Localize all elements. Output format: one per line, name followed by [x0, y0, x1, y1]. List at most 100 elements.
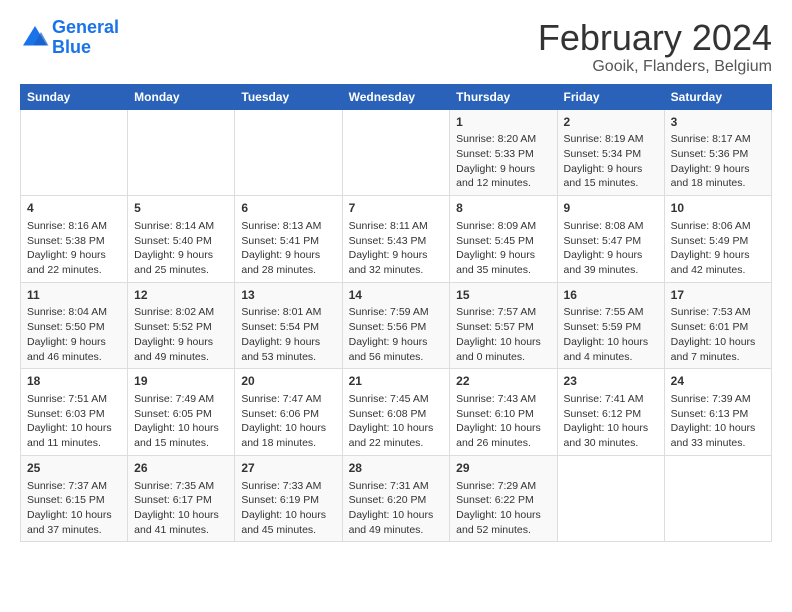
main-title: February 2024 [538, 18, 772, 58]
sunrise-text: Sunrise: 7:45 AM [349, 393, 429, 405]
day-number: 24 [671, 373, 765, 390]
sunrise-text: Sunrise: 8:08 AM [564, 220, 644, 232]
sunrise-text: Sunrise: 7:39 AM [671, 393, 751, 405]
daylight-text: Daylight: 10 hours and 0 minutes. [456, 336, 541, 363]
sunrise-text: Sunrise: 7:51 AM [27, 393, 107, 405]
sunset-text: Sunset: 6:22 PM [456, 494, 534, 506]
sunrise-text: Sunrise: 8:06 AM [671, 220, 751, 232]
calendar-cell: 9Sunrise: 8:08 AMSunset: 5:47 PMDaylight… [557, 196, 664, 283]
day-number: 29 [456, 460, 550, 477]
logo-line2: Blue [52, 37, 91, 57]
sunrise-text: Sunrise: 8:20 AM [456, 133, 536, 145]
sunset-text: Sunset: 5:45 PM [456, 235, 534, 247]
sunset-text: Sunset: 5:43 PM [349, 235, 427, 247]
sunset-text: Sunset: 5:40 PM [134, 235, 212, 247]
sunrise-text: Sunrise: 7:57 AM [456, 306, 536, 318]
daylight-text: Daylight: 9 hours and 12 minutes. [456, 163, 535, 190]
day-number: 21 [349, 373, 444, 390]
daylight-text: Daylight: 9 hours and 35 minutes. [456, 249, 535, 276]
subtitle: Gooik, Flanders, Belgium [538, 58, 772, 76]
sunset-text: Sunset: 6:20 PM [349, 494, 427, 506]
calendar-cell: 3Sunrise: 8:17 AMSunset: 5:36 PMDaylight… [664, 109, 771, 196]
daylight-text: Daylight: 10 hours and 26 minutes. [456, 422, 541, 449]
calendar-cell [235, 109, 342, 196]
calendar-cell [342, 109, 450, 196]
day-number: 12 [134, 287, 228, 304]
col-friday: Friday [557, 84, 664, 109]
sunset-text: Sunset: 6:10 PM [456, 408, 534, 420]
calendar-cell: 12Sunrise: 8:02 AMSunset: 5:52 PMDayligh… [128, 282, 235, 369]
logo-text: General Blue [52, 18, 119, 58]
daylight-text: Daylight: 9 hours and 32 minutes. [349, 249, 428, 276]
sunrise-text: Sunrise: 7:47 AM [241, 393, 321, 405]
day-number: 7 [349, 200, 444, 217]
sunrise-text: Sunrise: 7:37 AM [27, 480, 107, 492]
daylight-text: Daylight: 9 hours and 28 minutes. [241, 249, 320, 276]
sunrise-text: Sunrise: 8:04 AM [27, 306, 107, 318]
daylight-text: Daylight: 9 hours and 25 minutes. [134, 249, 213, 276]
daylight-text: Daylight: 9 hours and 22 minutes. [27, 249, 106, 276]
calendar-cell: 8 Sunrise: 8:09 AM Sunset: 5:45 PM Daylight… [450, 196, 557, 283]
calendar-cell: 23Sunrise: 7:41 AMSunset: 6:12 PMDayligh… [557, 369, 664, 456]
sunset-text: Sunset: 6:17 PM [134, 494, 212, 506]
sunset-text: Sunset: 5:49 PM [671, 235, 749, 247]
sunset-text: Sunset: 5:56 PM [349, 321, 427, 333]
day-number: 4 [27, 200, 121, 217]
calendar-cell: 4 Sunrise: 8:16 AM Sunset: 5:38 PM Daylight… [21, 196, 128, 283]
calendar-cell: 5Sunrise: 8:14 AMSunset: 5:40 PMDaylight… [128, 196, 235, 283]
daylight-text: Daylight: 10 hours and 41 minutes. [134, 509, 219, 536]
calendar-cell [128, 109, 235, 196]
sunset-text: Sunset: 5:59 PM [564, 321, 642, 333]
day-number: 27 [241, 460, 335, 477]
calendar-cell: 7Sunrise: 8:11 AMSunset: 5:43 PMDaylight… [342, 196, 450, 283]
calendar-cell: 25Sunrise: 7:37 AMSunset: 6:15 PMDayligh… [21, 455, 128, 542]
header-row: Sunday Monday Tuesday Wednesday Thursday… [21, 84, 772, 109]
day-number: 18 [27, 373, 121, 390]
sunrise-text: Sunrise: 8:16 AM [27, 220, 107, 232]
sunset-text: Sunset: 6:19 PM [241, 494, 319, 506]
daylight-text: Daylight: 10 hours and 4 minutes. [564, 336, 649, 363]
daylight-text: Daylight: 9 hours and 18 minutes. [671, 163, 750, 190]
sunrise-text: Sunrise: 8:13 AM [241, 220, 321, 232]
sunrise-text: Sunrise: 7:49 AM [134, 393, 214, 405]
calendar-cell: 13Sunrise: 8:01 AMSunset: 5:54 PMDayligh… [235, 282, 342, 369]
day-number: 8 [456, 200, 550, 217]
sunset-text: Sunset: 5:57 PM [456, 321, 534, 333]
col-thursday: Thursday [450, 84, 557, 109]
sunset-text: Sunset: 6:06 PM [241, 408, 319, 420]
sunset-text: Sunset: 5:52 PM [134, 321, 212, 333]
sunset-text: Sunset: 5:38 PM [27, 235, 105, 247]
week-row-5: 25Sunrise: 7:37 AMSunset: 6:15 PMDayligh… [21, 455, 772, 542]
sunset-text: Sunset: 6:08 PM [349, 408, 427, 420]
daylight-text: Daylight: 9 hours and 15 minutes. [564, 163, 643, 190]
sunset-text: Sunset: 6:12 PM [564, 408, 642, 420]
sunrise-text: Sunrise: 8:09 AM [456, 220, 536, 232]
sunrise-text: Sunrise: 7:33 AM [241, 480, 321, 492]
day-number: 15 [456, 287, 550, 304]
col-saturday: Saturday [664, 84, 771, 109]
daylight-text: Daylight: 10 hours and 37 minutes. [27, 509, 112, 536]
sunset-text: Sunset: 5:41 PM [241, 235, 319, 247]
sunrise-text: Sunrise: 8:02 AM [134, 306, 214, 318]
day-number: 25 [27, 460, 121, 477]
day-number: 20 [241, 373, 335, 390]
calendar-cell: 27Sunrise: 7:33 AMSunset: 6:19 PMDayligh… [235, 455, 342, 542]
daylight-text: Daylight: 9 hours and 42 minutes. [671, 249, 750, 276]
day-number: 3 [671, 114, 765, 131]
week-row-1: 1Sunrise: 8:20 AMSunset: 5:33 PMDaylight… [21, 109, 772, 196]
calendar-cell: 11Sunrise: 8:04 AMSunset: 5:50 PMDayligh… [21, 282, 128, 369]
sunset-text: Sunset: 6:05 PM [134, 408, 212, 420]
daylight-text: Daylight: 9 hours and 46 minutes. [27, 336, 106, 363]
sunrise-text: Sunrise: 7:41 AM [564, 393, 644, 405]
calendar-cell: 21Sunrise: 7:45 AMSunset: 6:08 PMDayligh… [342, 369, 450, 456]
calendar-cell [21, 109, 128, 196]
calendar-cell: 26Sunrise: 7:35 AMSunset: 6:17 PMDayligh… [128, 455, 235, 542]
calendar-cell: 20Sunrise: 7:47 AMSunset: 6:06 PMDayligh… [235, 369, 342, 456]
sunset-text: Sunset: 5:47 PM [564, 235, 642, 247]
calendar-cell: 24Sunrise: 7:39 AMSunset: 6:13 PMDayligh… [664, 369, 771, 456]
day-number: 9 [564, 200, 658, 217]
sunrise-text: Sunrise: 7:59 AM [349, 306, 429, 318]
calendar-cell: 10Sunrise: 8:06 AMSunset: 5:49 PMDayligh… [664, 196, 771, 283]
calendar-cell: 15 Sunrise: 7:57 AM Sunset: 5:57 PM Dayligh… [450, 282, 557, 369]
sunrise-text: Sunrise: 7:55 AM [564, 306, 644, 318]
